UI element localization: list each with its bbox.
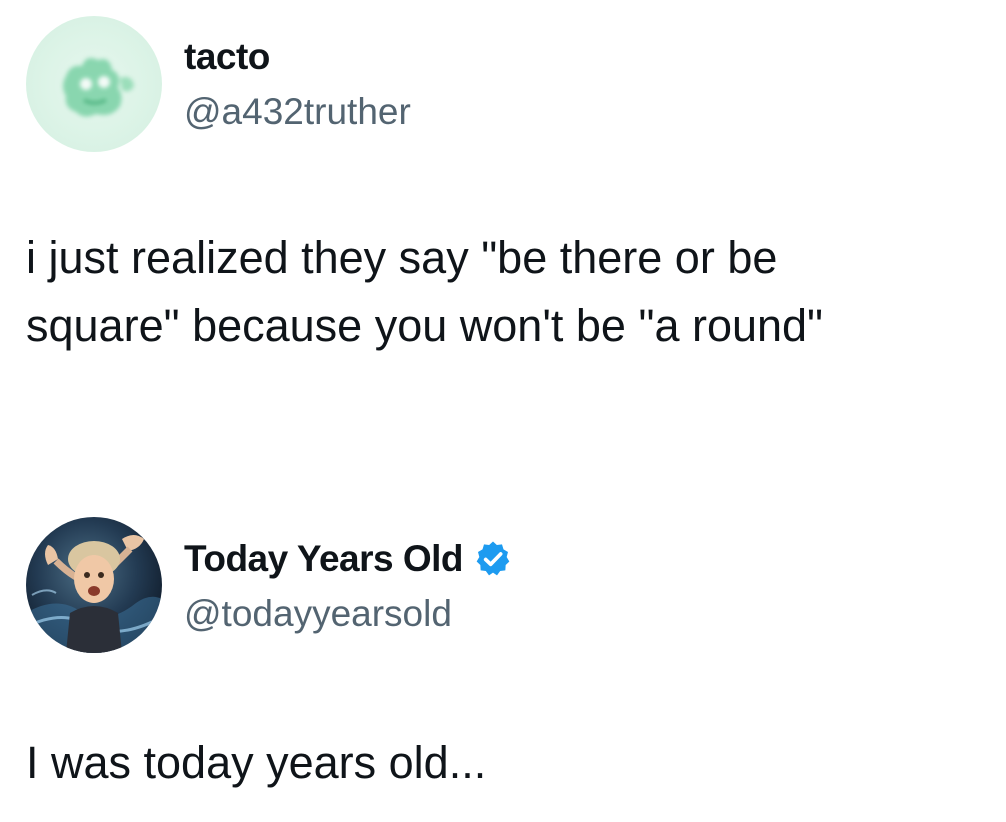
verified-badge-icon[interactable]	[473, 539, 513, 579]
avatar[interactable]	[26, 517, 162, 653]
post-tacto[interactable]: tacto @a432truther i just realized they …	[0, 0, 1006, 450]
avatar[interactable]	[26, 16, 162, 152]
display-name[interactable]: Today Years Old	[184, 538, 464, 580]
display-name-row: Today Years Old	[184, 538, 513, 580]
post-text: I was today years old...	[26, 737, 487, 788]
display-name[interactable]: tacto	[184, 36, 270, 78]
blurred-green-cartoon-avatar-icon	[63, 58, 134, 117]
mind-blown-person-icon	[26, 535, 162, 653]
post-text: i just realized they say "be there or be…	[26, 232, 824, 351]
post-todayyearsold[interactable]: Today Years Old @todayyearsold I was tod…	[0, 505, 1006, 822]
user-handle[interactable]: @todayyearsold	[184, 593, 452, 635]
user-handle[interactable]: @a432truther	[184, 91, 411, 133]
